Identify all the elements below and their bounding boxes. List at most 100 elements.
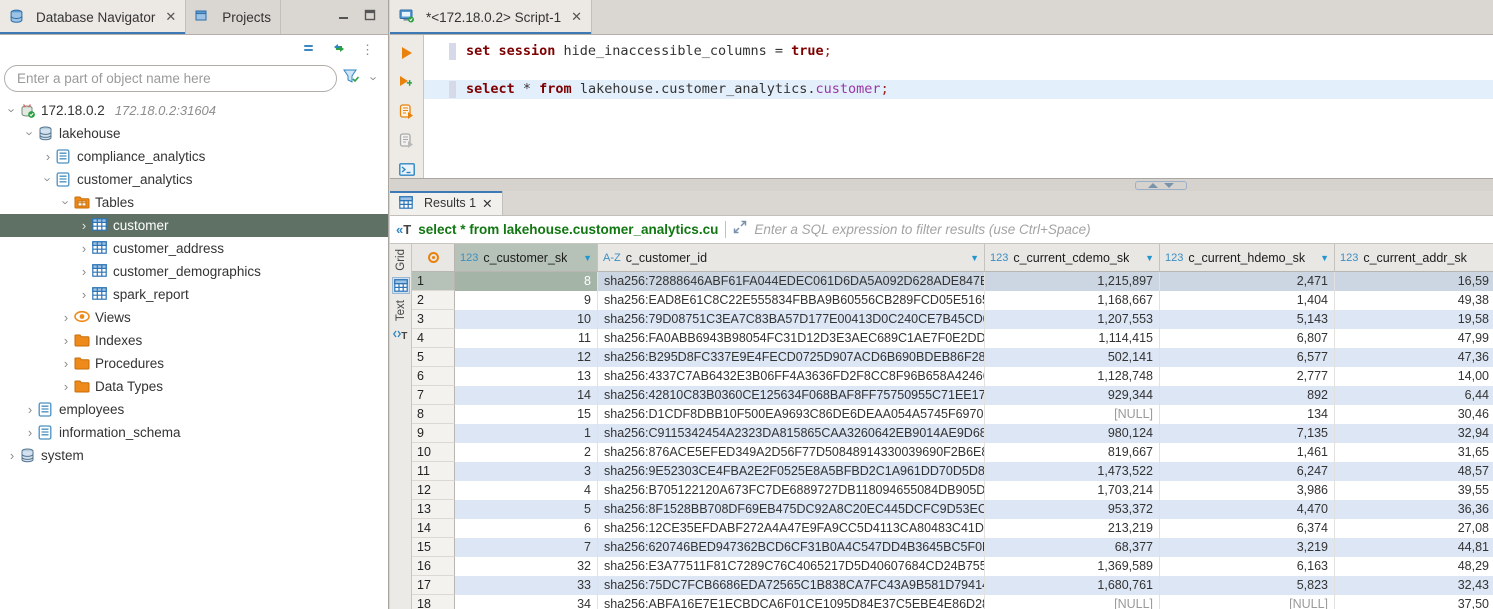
grid-cell[interactable]: sha256:876ACE5EFED349A2D56F77D5084891433… bbox=[598, 443, 985, 462]
column-header-c_customer_sk[interactable]: 123c_customer_sk▼ bbox=[455, 244, 598, 272]
grid-cell[interactable]: sha256:FA0ABB6943B98054FC31D12D3E3AEC689… bbox=[598, 329, 985, 348]
row-number[interactable]: 3 bbox=[412, 310, 455, 329]
chevron-expanded-icon[interactable]: › bbox=[5, 103, 20, 119]
grid-cell[interactable]: 1,128,748 bbox=[985, 367, 1160, 386]
grid-cell[interactable]: 9 bbox=[455, 291, 598, 310]
tree-item-customer-demographics[interactable]: ›customer_demographics bbox=[0, 260, 388, 283]
table-row[interactable]: 29sha256:EAD8E61C8C22E555834FBBA9B60556C… bbox=[412, 291, 1493, 310]
table-row[interactable]: 124sha256:B705122120A673FC7DE6889727DB11… bbox=[412, 481, 1493, 500]
row-number[interactable]: 5 bbox=[412, 348, 455, 367]
tree-item-system[interactable]: ›system bbox=[0, 444, 388, 467]
tree-item-tables[interactable]: ›Tables bbox=[0, 191, 388, 214]
row-number[interactable]: 15 bbox=[412, 538, 455, 557]
chevron-collapsed-icon[interactable]: › bbox=[22, 425, 38, 440]
grid-cell[interactable]: 44,81 bbox=[1335, 538, 1493, 557]
grid-cell[interactable]: 134 bbox=[1160, 405, 1335, 424]
tree-item-employees[interactable]: ›employees bbox=[0, 398, 388, 421]
row-number[interactable]: 4 bbox=[412, 329, 455, 348]
tree-item-indexes[interactable]: ›Indexes bbox=[0, 329, 388, 352]
grid-cell[interactable]: 2 bbox=[455, 443, 598, 462]
grid-cell[interactable]: 980,124 bbox=[985, 424, 1160, 443]
column-menu-icon[interactable]: ▼ bbox=[970, 253, 979, 263]
chevron-collapsed-icon[interactable]: › bbox=[58, 310, 74, 325]
execute-script-icon[interactable] bbox=[398, 103, 416, 119]
tree-item-customer-analytics[interactable]: ›customer_analytics bbox=[0, 168, 388, 191]
collapse-all-icon[interactable] bbox=[303, 41, 317, 59]
grid-cell[interactable]: 1,473,522 bbox=[985, 462, 1160, 481]
grid-cell[interactable]: sha256:B295D8FC337E9E4FECD0725D907ACD6B6… bbox=[598, 348, 985, 367]
grid-cell[interactable]: 213,219 bbox=[985, 519, 1160, 538]
result-grid[interactable]: 123c_customer_sk▼A-Zc_customer_id▼123c_c… bbox=[412, 244, 1493, 609]
grid-cell[interactable]: 1,680,761 bbox=[985, 576, 1160, 595]
grid-view-tab[interactable] bbox=[392, 277, 410, 294]
table-row[interactable]: 135sha256:8F1528BB708DF69EB475DC92A8C20E… bbox=[412, 500, 1493, 519]
splitter-sash[interactable] bbox=[1135, 181, 1187, 190]
grid-cell[interactable]: 892 bbox=[1160, 386, 1335, 405]
sash-up-icon[interactable] bbox=[1148, 183, 1158, 188]
grid-cell[interactable]: sha256:E3A77511F81C7289C76C4065217D5D406… bbox=[598, 557, 985, 576]
grid-cell[interactable]: 6,807 bbox=[1160, 329, 1335, 348]
tab-database-navigator[interactable]: Database Navigator ✕ bbox=[0, 0, 186, 34]
grid-cell[interactable]: 6,577 bbox=[1160, 348, 1335, 367]
grid-cell[interactable]: 30,46 bbox=[1335, 405, 1493, 424]
grid-cell[interactable]: sha256:79D08751C3EA7C83BA57D177E00413D0C… bbox=[598, 310, 985, 329]
link-editor-icon[interactable] bbox=[331, 41, 347, 59]
grid-cell[interactable]: sha256:42810C83B0360CE125634F068BAF8FF75… bbox=[598, 386, 985, 405]
grid-cell[interactable]: 11 bbox=[455, 329, 598, 348]
grid-cell[interactable]: sha256:620746BED947362BCD6CF31B0A4C547DD… bbox=[598, 538, 985, 557]
execute-new-tab-icon[interactable] bbox=[398, 74, 416, 90]
tree-item-views[interactable]: ›Views bbox=[0, 306, 388, 329]
grid-cell[interactable]: 1,168,667 bbox=[985, 291, 1160, 310]
grid-cell[interactable]: sha256:12CE35EFDABF272A4A47E9FA9CC5D4113… bbox=[598, 519, 985, 538]
grid-cell[interactable]: 12 bbox=[455, 348, 598, 367]
grid-cell[interactable]: 32,94 bbox=[1335, 424, 1493, 443]
execute-statement-icon[interactable] bbox=[398, 45, 416, 61]
grid-cell[interactable]: 68,377 bbox=[985, 538, 1160, 557]
grid-cell[interactable]: 953,372 bbox=[985, 500, 1160, 519]
grid-cell[interactable]: 3 bbox=[455, 462, 598, 481]
table-row[interactable]: 1632sha256:E3A77511F81C7289C76C4065217D5… bbox=[412, 557, 1493, 576]
column-header-c_current_hdemo_sk[interactable]: 123c_current_hdemo_sk▼ bbox=[1160, 244, 1335, 272]
grid-cell[interactable]: 929,344 bbox=[985, 386, 1160, 405]
close-icon[interactable]: ✕ bbox=[571, 9, 582, 25]
chevron-down-icon[interactable]: › bbox=[367, 71, 382, 87]
grid-cell[interactable]: 39,55 bbox=[1335, 481, 1493, 500]
close-icon[interactable]: ✕ bbox=[165, 9, 176, 25]
grid-cell[interactable]: 5,143 bbox=[1160, 310, 1335, 329]
grid-cell[interactable]: 7 bbox=[455, 538, 598, 557]
grid-cell[interactable]: 6,374 bbox=[1160, 519, 1335, 538]
expand-filter-icon[interactable] bbox=[733, 220, 747, 239]
grid-cell[interactable]: 14 bbox=[455, 386, 598, 405]
grid-cell[interactable]: sha256:72888646ABF61FA044EDEC061D6DA5A09… bbox=[598, 272, 985, 291]
tree-item-data-types[interactable]: ›Data Types bbox=[0, 375, 388, 398]
tree-item-lakehouse[interactable]: ›lakehouse bbox=[0, 122, 388, 145]
table-row[interactable]: 512sha256:B295D8FC337E9E4FECD0725D907ACD… bbox=[412, 348, 1493, 367]
table-row[interactable]: 1733sha256:75DC7FCB6686EDA72565C1B838CA7… bbox=[412, 576, 1493, 595]
row-number[interactable]: 12 bbox=[412, 481, 455, 500]
grid-cell[interactable]: 14,00 bbox=[1335, 367, 1493, 386]
grid-cell[interactable]: 47,99 bbox=[1335, 329, 1493, 348]
grid-cell[interactable]: 5 bbox=[455, 500, 598, 519]
grid-cell[interactable]: 49,38 bbox=[1335, 291, 1493, 310]
tab-projects[interactable]: Projects bbox=[186, 0, 281, 34]
grid-cell[interactable]: sha256:C9115342454A2323DA815865CAA326064… bbox=[598, 424, 985, 443]
grid-corner-cell[interactable] bbox=[412, 244, 455, 272]
view-menu-icon[interactable]: ⋮ bbox=[361, 42, 374, 58]
code-line-2[interactable]: select * from lakehouse.customer_analyti… bbox=[424, 80, 1493, 99]
grid-cell[interactable]: 1,461 bbox=[1160, 443, 1335, 462]
grid-cell[interactable]: 1,369,589 bbox=[985, 557, 1160, 576]
grid-cell[interactable]: 3,219 bbox=[1160, 538, 1335, 557]
tab-sql-script[interactable]: *<172.18.0.2> Script-1 ✕ bbox=[390, 0, 592, 34]
grid-cell[interactable]: 32 bbox=[455, 557, 598, 576]
grid-cell[interactable]: [NULL] bbox=[985, 405, 1160, 424]
search-input[interactable] bbox=[4, 65, 337, 92]
table-row[interactable]: 1834sha256:ABFA16E7E1ECBDCA6F01CE1095D84… bbox=[412, 595, 1493, 609]
close-icon[interactable]: ✕ bbox=[482, 196, 492, 211]
grid-cell[interactable]: sha256:8F1528BB708DF69EB475DC92A8C20EC44… bbox=[598, 500, 985, 519]
grid-cell[interactable]: 4 bbox=[455, 481, 598, 500]
tree-item-compliance-analytics[interactable]: ›compliance_analytics bbox=[0, 145, 388, 168]
row-number[interactable]: 1 bbox=[412, 272, 455, 291]
tree-item-information-schema[interactable]: ›information_schema bbox=[0, 421, 388, 444]
tree-item-procedures[interactable]: ›Procedures bbox=[0, 352, 388, 375]
grid-cell[interactable]: 6 bbox=[455, 519, 598, 538]
